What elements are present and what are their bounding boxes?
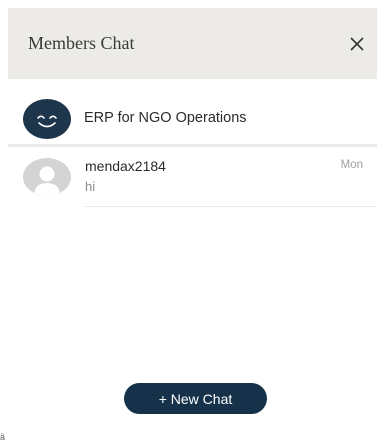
- user-avatar: [23, 158, 71, 196]
- corner-mark: ä: [0, 432, 6, 442]
- group-row[interactable]: ERP for NGO Operations: [8, 79, 377, 147]
- group-avatar: [23, 99, 71, 139]
- divider: [85, 206, 377, 207]
- chat-list-item[interactable]: mendax2184 hi Mon: [8, 147, 377, 209]
- close-button[interactable]: [348, 35, 366, 53]
- user-silhouette-icon: [34, 166, 60, 196]
- page-title: Members Chat: [28, 33, 135, 53]
- chat-header: Members Chat: [8, 8, 377, 79]
- members-chat-panel: Members Chat ERP for NGO Operations mend…: [8, 8, 377, 440]
- chat-timestamp: Mon: [340, 159, 363, 171]
- close-icon: [350, 37, 364, 51]
- new-chat-button[interactable]: + New Chat: [124, 383, 267, 414]
- smiley-face-icon: [37, 115, 57, 128]
- chat-last-message: hi: [85, 179, 96, 194]
- group-name: ERP for NGO Operations: [84, 110, 247, 126]
- chat-contact-name: mendax2184: [85, 158, 166, 174]
